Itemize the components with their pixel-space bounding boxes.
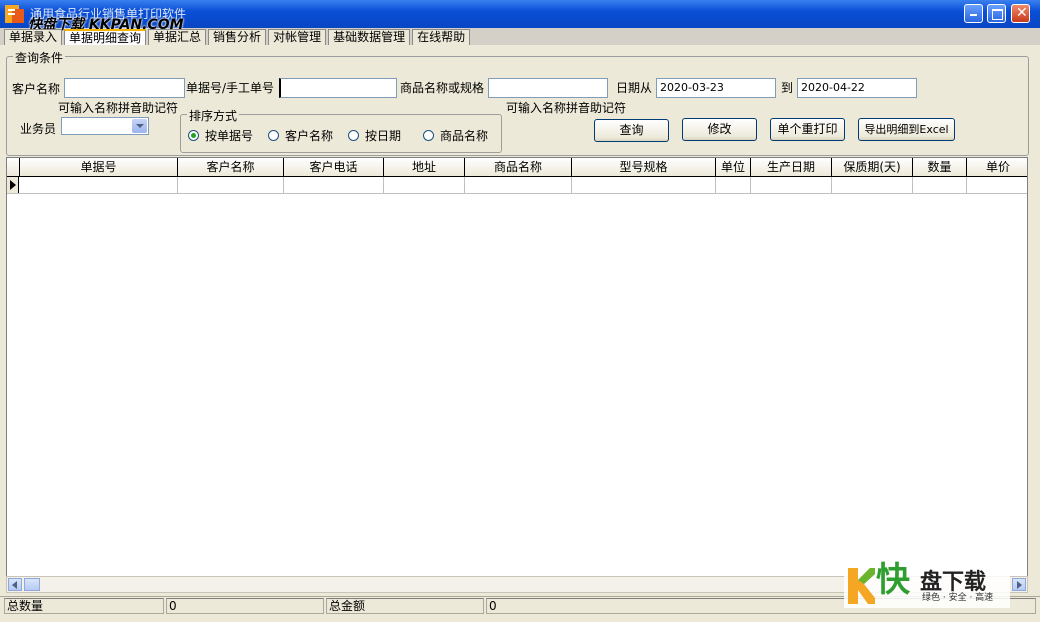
watermark-slogan: 绿色 · 安全 · 高速 — [922, 593, 994, 603]
export-excel-button[interactable]: 导出明细到Excel — [858, 118, 955, 141]
tab-online-help[interactable]: 在线帮助 — [412, 29, 471, 45]
column-header[interactable]: 保质期(天) — [832, 158, 913, 176]
current-row-indicator-icon — [7, 177, 19, 193]
chevron-down-icon[interactable] — [132, 119, 147, 133]
radio-icon — [423, 130, 434, 141]
table-row[interactable] — [7, 177, 1027, 194]
product-hint: 可输入名称拼音助记符 — [506, 101, 627, 115]
customer-hint: 可输入名称拼音助记符 — [58, 101, 179, 115]
radio-icon — [348, 130, 359, 141]
tab-entry[interactable]: 单据录入 — [4, 29, 63, 45]
table-header: 单据号 客户名称 客户电话 地址 商品名称 型号规格 单位 生产日期 保质期(天… — [7, 158, 1027, 177]
app-icon — [5, 5, 24, 23]
column-header[interactable]: 生产日期 — [751, 158, 832, 176]
date-to-input[interactable]: 2020-04-22 — [797, 78, 917, 98]
minimize-button[interactable] — [964, 4, 983, 23]
column-header[interactable]: 客户电话 — [284, 158, 384, 176]
column-header[interactable]: 商品名称 — [465, 158, 572, 176]
total-amount-label: 总金额 — [326, 598, 484, 614]
scroll-left-button[interactable] — [8, 578, 22, 591]
radio-icon — [268, 130, 279, 141]
table-cell[interactable] — [178, 177, 284, 193]
query-button[interactable]: 查询 — [594, 119, 669, 142]
table-cell[interactable] — [751, 177, 832, 193]
date-from-input[interactable]: 2020-03-23 — [656, 78, 776, 98]
k-logo-icon — [848, 568, 875, 604]
row-header-corner — [7, 158, 20, 176]
sort-by-product[interactable]: 商品名称 — [423, 127, 488, 144]
product-label: 商品名称或规格 — [400, 81, 485, 95]
tab-summary[interactable]: 单据汇总 — [148, 29, 207, 45]
date-to-label: 到 — [781, 81, 794, 95]
sort-by-order[interactable]: 按单据号 — [188, 127, 253, 144]
tab-detail-query[interactable]: 单据明细查询 — [64, 29, 147, 46]
tab-reconciliation[interactable]: 对帐管理 — [268, 29, 327, 45]
tab-strip: 单据录入 单据明细查询 单据汇总 销售分析 对帐管理 基础数据管理 在线帮助 — [4, 29, 472, 46]
maximize-icon — [992, 9, 1003, 20]
scroll-right-button[interactable] — [1012, 578, 1026, 591]
sort-group-title: 排序方式 — [187, 107, 240, 124]
customer-label: 客户名称 — [12, 82, 61, 96]
product-input[interactable] — [488, 78, 608, 98]
column-header[interactable]: 数量 — [913, 158, 967, 176]
table-cell[interactable] — [572, 177, 716, 193]
tab-sales-analysis[interactable]: 销售分析 — [208, 29, 267, 45]
column-header[interactable]: 客户名称 — [178, 158, 284, 176]
column-header[interactable]: 单据号 — [20, 158, 178, 176]
column-header[interactable]: 单位 — [716, 158, 751, 176]
column-header[interactable]: 单价 — [967, 158, 1027, 176]
watermark-logo: 快 盘下载 绿色 · 安全 · 高速 — [844, 560, 1010, 608]
arrow-left-icon — [12, 581, 17, 589]
sort-option-label: 商品名称 — [440, 129, 489, 143]
date-from-label: 日期从 — [616, 81, 653, 95]
scroll-thumb[interactable] — [24, 578, 40, 591]
tab-base-data[interactable]: 基础数据管理 — [328, 29, 411, 45]
table-cell[interactable] — [20, 177, 178, 193]
close-button[interactable]: ✕ — [1011, 4, 1030, 23]
table-cell[interactable] — [384, 177, 465, 193]
order-number-input[interactable] — [279, 78, 397, 98]
sort-option-label: 按日期 — [365, 129, 402, 143]
customer-input[interactable] — [64, 78, 185, 98]
table-cell[interactable] — [716, 177, 751, 193]
minimize-icon — [970, 14, 977, 16]
title-bar: 通用食品行业销售单打印软件 快盘下载 KKPAN.COM ✕ — [0, 0, 1040, 33]
order-number-label: 单据号/手工单号 — [186, 81, 275, 95]
table-cell[interactable] — [967, 177, 1027, 193]
column-header[interactable]: 型号规格 — [572, 158, 716, 176]
table-cell[interactable] — [832, 177, 913, 193]
reprint-button[interactable]: 单个重打印 — [770, 118, 845, 141]
table-cell[interactable] — [284, 177, 384, 193]
arrow-right-icon — [1017, 581, 1022, 589]
maximize-button[interactable] — [987, 4, 1006, 23]
column-header[interactable]: 地址 — [384, 158, 465, 176]
watermark-logo-char: 快 — [876, 560, 910, 600]
table-cell[interactable] — [913, 177, 967, 193]
total-qty-value: 0 — [166, 598, 324, 614]
edit-button[interactable]: 修改 — [682, 118, 757, 141]
salesman-label: 业务员 — [20, 122, 57, 136]
sort-option-label: 按单据号 — [205, 129, 254, 143]
query-group-title: 查询条件 — [13, 49, 66, 66]
close-icon: ✕ — [1016, 5, 1028, 21]
salesman-select[interactable] — [61, 117, 149, 135]
sort-by-date[interactable]: 按日期 — [348, 127, 401, 144]
radio-selected-icon — [188, 130, 199, 141]
detail-table[interactable]: 单据号 客户名称 客户电话 地址 商品名称 型号规格 单位 生产日期 保质期(天… — [6, 157, 1028, 577]
sort-by-customer[interactable]: 客户名称 — [268, 127, 333, 144]
table-cell[interactable] — [465, 177, 572, 193]
sort-option-label: 客户名称 — [285, 129, 334, 143]
total-qty-label: 总数量 — [4, 598, 164, 614]
